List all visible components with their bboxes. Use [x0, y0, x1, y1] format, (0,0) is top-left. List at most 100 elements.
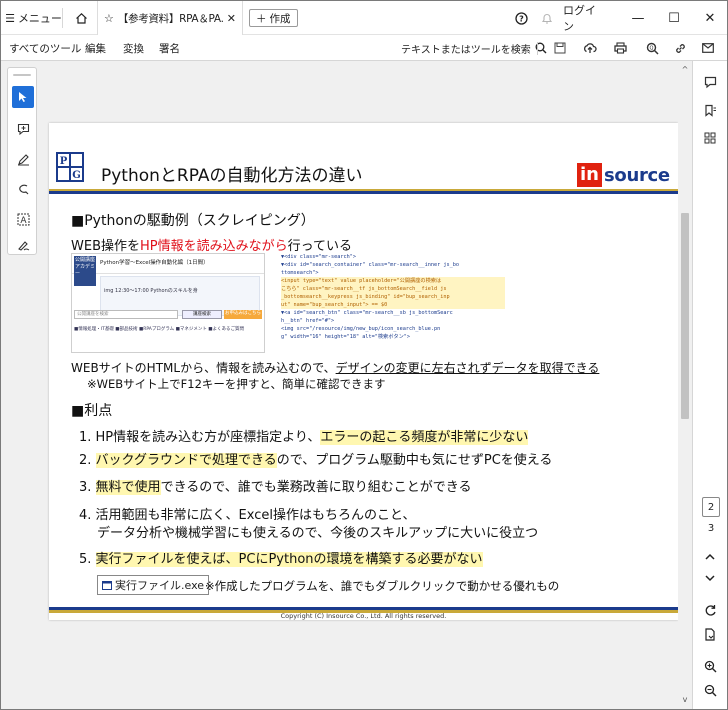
hamburger-icon: ☰ — [5, 11, 15, 25]
page-thumbnails-icon[interactable] — [699, 127, 721, 149]
rotate-icon[interactable] — [699, 599, 721, 621]
total-pages: 3 — [707, 523, 715, 534]
comments-panel-icon[interactable] — [699, 71, 721, 93]
document-page: P G PythonとRPAの自動化方法の違い in source ■Python… — [49, 123, 678, 620]
thumb-logo: 公開講座アカデミー — [74, 256, 96, 286]
next-page-icon[interactable] — [699, 567, 721, 589]
close-tab-icon[interactable]: ✕ — [227, 12, 236, 25]
thumb-links: ■情報処理・IT基礎 ■部品技術 ■RPAプログラム ■マネジメント ■よくある… — [74, 327, 245, 332]
maximize-icon[interactable]: ☐ — [657, 1, 691, 35]
previous-page-icon[interactable] — [699, 545, 721, 567]
website-screenshot: 公開講座アカデミー Python学習〜Excel操作自動化編（1日間） img … — [71, 253, 265, 353]
thumb-search-button: 講座検索 — [182, 310, 222, 319]
zoom-tool-icon[interactable]: Q — [641, 39, 663, 57]
code-line: ttomsearch"> — [281, 270, 319, 276]
menu-button[interactable]: ☰ メニュー — [5, 8, 63, 28]
close-window-icon[interactable]: ✕ — [693, 1, 727, 35]
mail-icon[interactable] — [697, 39, 719, 57]
menu-edit[interactable]: 編集 — [85, 35, 106, 61]
thumb-title: Python学習〜Excel操作自動化編（1日間） — [100, 260, 209, 266]
svg-text:G: G — [72, 170, 81, 181]
highlight-pen-icon[interactable] — [12, 148, 34, 170]
zoom-out-icon[interactable] — [699, 679, 721, 701]
slide-title: PythonとRPAの自動化方法の違い — [101, 166, 363, 186]
vertical-scrollbar[interactable]: ^ v — [678, 61, 692, 709]
svg-text:?: ? — [519, 14, 524, 23]
add-comment-icon[interactable] — [12, 118, 34, 140]
link-icon[interactable] — [669, 39, 691, 57]
freehand-draw-icon[interactable] — [12, 178, 34, 200]
code-line: ▼<div id="search_container" class="mr-se… — [281, 262, 460, 268]
bell-icon — [541, 13, 553, 24]
f12-note: ※WEBサイト上でF12キーを押すと、簡単に確認できます — [87, 377, 386, 391]
scroll-down-arrow[interactable]: v — [678, 695, 692, 704]
advantage-item: 3. 無料で使用できるので、誰でも業務改善に取り組むことができる — [79, 480, 472, 495]
tab-title: 【参考資料】RPA＆PA... — [117, 12, 223, 25]
home-button[interactable] — [69, 1, 93, 35]
copyright-text: Copyright (C) Insource Co., Ltd. All rig… — [280, 612, 447, 620]
code-line-highlight: ut" name="bup_search_input"> == $0 — [281, 302, 388, 308]
code-line: h__btn" href="#"> — [281, 318, 335, 324]
html-read-line: WEBサイトのHTMLから、情報を読み込むので、デザインの変更に左右されずデータ… — [71, 361, 600, 375]
bookmarks-icon[interactable] — [699, 99, 721, 121]
create-button[interactable]: ＋ 作成 — [249, 9, 298, 27]
html-source-screenshot: ▼<div class="mr-search"> ▼<div id="searc… — [281, 253, 505, 353]
code-line: <img src="/resource/img/new_bup/icon_sea… — [281, 326, 441, 332]
divider — [537, 42, 538, 55]
advantage-item: 1. HP情報を読み込む方が座標指定より、エラーの起こる頻度が非常に少ない — [79, 430, 529, 445]
menu-label: メニュー — [17, 12, 62, 25]
star-icon[interactable]: ☆ — [104, 12, 114, 25]
code-line-highlight: <input type="text" value placeholder="公開… — [281, 278, 442, 284]
help-button[interactable]: ? — [511, 1, 531, 35]
select-tool-icon[interactable] — [12, 86, 34, 108]
thumb-apply-button: お申込みはこちら — [224, 310, 262, 319]
help-icon: ? — [514, 11, 528, 25]
scroll-up-arrow[interactable]: ^ — [678, 65, 692, 74]
text-box-icon[interactable]: A — [12, 208, 34, 230]
quick-tools-panel: A — [7, 67, 37, 255]
menu-bar: すべてのツール 編集 変換 署名 テキストまたはツールを検索 Q — [1, 35, 727, 61]
pg-logo: P G — [55, 151, 85, 183]
signature-icon[interactable] — [12, 234, 34, 256]
menu-sign[interactable]: 署名 — [159, 35, 180, 61]
code-line: ▼<a id="search_btn" class="mr-search__sb… — [281, 310, 453, 316]
web-operation-line: WEB操作をHP情報を読み込みながら行っている — [71, 239, 352, 254]
acrobat-window: ☰ メニュー ☆ 【参考資料】RPA＆PA... ✕ ＋ 作成 ? ログイン —… — [0, 0, 728, 710]
code-line-highlight: _bottomsearch__keypress js_binding" id="… — [281, 294, 450, 300]
print-icon[interactable] — [609, 39, 631, 57]
menu-all-tools[interactable]: すべてのツール — [9, 35, 81, 61]
exe-window-icon — [102, 580, 112, 590]
extract-page-icon[interactable] — [699, 623, 721, 645]
document-tab[interactable]: ☆ 【参考資料】RPA＆PA... ✕ — [97, 1, 243, 35]
minimize-icon[interactable]: — — [621, 1, 655, 35]
cloud-upload-icon[interactable] — [579, 39, 601, 57]
right-side-panel: 2 3 — [692, 61, 727, 709]
svg-text:P: P — [60, 156, 68, 167]
header-rule — [49, 189, 678, 194]
home-icon — [75, 12, 87, 24]
panel-drag-handle[interactable] — [13, 74, 31, 76]
code-line: g" width="16" height="18" alt="検索ボタン"> — [281, 334, 411, 340]
exe-file-sample: 実行ファイル.exe — [97, 575, 210, 595]
advantage-item: 5. 実行ファイルを使えば、PCにPythonの環境を構築する必要がない — [79, 552, 483, 567]
section-heading-example: ■Pythonの駆動例（スクレイピング） — [71, 213, 315, 229]
code-line-highlight: こちら" class="mr-search__tf js_bottomSearc… — [281, 286, 447, 292]
advantage-item: 4. 活用範囲も非常に広く、Excel操作はもちろんのこと、 — [79, 508, 416, 523]
tool-search-button[interactable]: テキストまたはツールを検索 — [401, 35, 547, 61]
thumb-search-field: 公開講座を検索 — [74, 310, 178, 319]
title-bar: ☰ メニュー ☆ 【参考資料】RPA＆PA... ✕ ＋ 作成 ? ログイン —… — [1, 1, 727, 35]
zoom-in-icon[interactable] — [699, 655, 721, 677]
advantage-item: 2. バックグラウンドで処理できるので、プログラム駆動中も気にせずPCを使える — [79, 453, 553, 468]
scrollbar-thumb[interactable] — [681, 213, 689, 419]
exe-note: ※作成したプログラムを、誰でもダブルクリックで動かせる優れもの — [205, 579, 560, 593]
notifications-button[interactable] — [537, 1, 557, 35]
login-button[interactable]: ログイン — [563, 1, 603, 35]
advantage-item-continued: データ分析や機械学習にも使えるので、今後のスキルアップに大いに役立つ — [97, 526, 539, 541]
menu-convert[interactable]: 変換 — [123, 35, 144, 61]
tool-search-label: テキストまたはツールを検索 — [401, 44, 531, 56]
svg-text:A: A — [20, 216, 27, 226]
save-icon[interactable] — [549, 39, 571, 57]
current-page-field[interactable]: 2 — [702, 497, 720, 517]
create-label: 作成 — [269, 12, 291, 25]
svg-text:Q: Q — [649, 45, 653, 51]
